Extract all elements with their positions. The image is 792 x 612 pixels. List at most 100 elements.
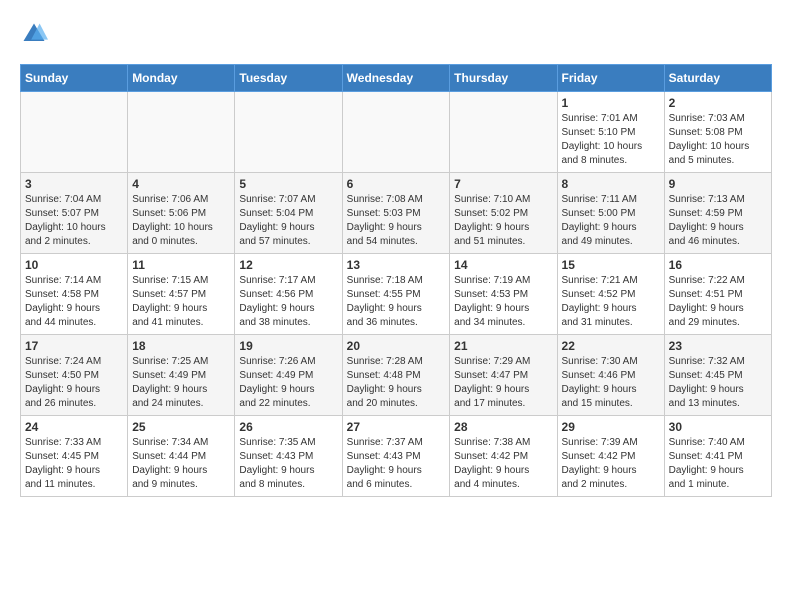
day-info: Sunrise: 7:26 AM Sunset: 4:49 PM Dayligh… — [239, 355, 337, 411]
day-info: Sunrise: 7:33 AM Sunset: 4:45 PM Dayligh… — [25, 436, 123, 492]
calendar-day-cell — [128, 92, 235, 173]
calendar-day-cell: 14 Sunrise: 7:19 AM Sunset: 4:53 PM Dayli… — [450, 254, 557, 335]
calendar-day-cell: 7 Sunrise: 7:10 AM Sunset: 5:02 PM Daylig… — [450, 173, 557, 254]
day-info: Sunrise: 7:21 AM Sunset: 4:52 PM Dayligh… — [562, 274, 660, 330]
day-number: 8 — [562, 177, 660, 191]
calendar-day-cell: 23 Sunrise: 7:32 AM Sunset: 4:45 PM Dayli… — [664, 335, 771, 416]
day-number: 11 — [132, 258, 230, 272]
day-info: Sunrise: 7:11 AM Sunset: 5:00 PM Dayligh… — [562, 193, 660, 249]
calendar-day-cell: 15Sunrise: 7:21 AM Sunset: 4:52 PM Dayli… — [557, 254, 664, 335]
day-info: Sunrise: 7:39 AM Sunset: 4:42 PM Dayligh… — [562, 436, 660, 492]
day-number: 9 — [669, 177, 767, 191]
calendar-day-cell: 26 Sunrise: 7:35 AM Sunset: 4:43 PM Dayli… — [235, 416, 342, 497]
day-number: 1 — [562, 96, 660, 110]
calendar-week-row: 3Sunrise: 7:04 AM Sunset: 5:07 PM Daylig… — [21, 173, 772, 254]
day-number: 18 — [132, 339, 230, 353]
day-info: Sunrise: 7:03 AM Sunset: 5:08 PM Dayligh… — [669, 112, 767, 168]
day-info: Sunrise: 7:01 AM Sunset: 5:10 PM Dayligh… — [562, 112, 660, 168]
calendar-day-cell: 3Sunrise: 7:04 AM Sunset: 5:07 PM Daylig… — [21, 173, 128, 254]
calendar-week-row: 24 Sunrise: 7:33 AM Sunset: 4:45 PM Dayli… — [21, 416, 772, 497]
day-info: Sunrise: 7:08 AM Sunset: 5:03 PM Dayligh… — [347, 193, 446, 249]
calendar-header: SundayMondayTuesdayWednesdayThursdayFrid… — [21, 65, 772, 92]
day-number: 7 — [454, 177, 552, 191]
day-number: 28 — [454, 420, 552, 434]
day-number: 16 — [669, 258, 767, 272]
calendar-day-cell: 22 Sunrise: 7:30 AM Sunset: 4:46 PM Dayli… — [557, 335, 664, 416]
calendar-header-cell: Tuesday — [235, 65, 342, 92]
calendar-day-cell: 28 Sunrise: 7:38 AM Sunset: 4:42 PM Dayli… — [450, 416, 557, 497]
day-info: Sunrise: 7:29 AM Sunset: 4:47 PM Dayligh… — [454, 355, 552, 411]
calendar-day-cell: 5 Sunrise: 7:07 AM Sunset: 5:04 PM Daylig… — [235, 173, 342, 254]
day-info: Sunrise: 7:17 AM Sunset: 4:56 PM Dayligh… — [239, 274, 337, 330]
day-info: Sunrise: 7:35 AM Sunset: 4:43 PM Dayligh… — [239, 436, 337, 492]
calendar-day-cell: 8 Sunrise: 7:11 AM Sunset: 5:00 PM Daylig… — [557, 173, 664, 254]
calendar-day-cell: 11 Sunrise: 7:15 AM Sunset: 4:57 PM Dayli… — [128, 254, 235, 335]
day-info: Sunrise: 7:07 AM Sunset: 5:04 PM Dayligh… — [239, 193, 337, 249]
day-info: Sunrise: 7:38 AM Sunset: 4:42 PM Dayligh… — [454, 436, 552, 492]
day-info: Sunrise: 7:14 AM Sunset: 4:58 PM Dayligh… — [25, 274, 123, 330]
calendar-day-cell: 6 Sunrise: 7:08 AM Sunset: 5:03 PM Daylig… — [342, 173, 450, 254]
day-number: 29 — [562, 420, 660, 434]
calendar-week-row: 17 Sunrise: 7:24 AM Sunset: 4:50 PM Dayli… — [21, 335, 772, 416]
day-number: 27 — [347, 420, 446, 434]
day-number: 6 — [347, 177, 446, 191]
day-info: Sunrise: 7:40 AM Sunset: 4:41 PM Dayligh… — [669, 436, 767, 492]
calendar-day-cell: 30 Sunrise: 7:40 AM Sunset: 4:41 PM Dayli… — [664, 416, 771, 497]
calendar-header-row: SundayMondayTuesdayWednesdayThursdayFrid… — [21, 65, 772, 92]
calendar-day-cell: 20Sunrise: 7:28 AM Sunset: 4:48 PM Dayli… — [342, 335, 450, 416]
day-number: 22 — [562, 339, 660, 353]
calendar-table: SundayMondayTuesdayWednesdayThursdayFrid… — [20, 64, 772, 497]
calendar-day-cell: 18 Sunrise: 7:25 AM Sunset: 4:49 PM Dayli… — [128, 335, 235, 416]
day-info: Sunrise: 7:06 AM Sunset: 5:06 PM Dayligh… — [132, 193, 230, 249]
day-info: Sunrise: 7:18 AM Sunset: 4:55 PM Dayligh… — [347, 274, 446, 330]
day-info: Sunrise: 7:32 AM Sunset: 4:45 PM Dayligh… — [669, 355, 767, 411]
logo — [20, 20, 52, 48]
calendar-header-cell: Wednesday — [342, 65, 450, 92]
calendar-day-cell: 25Sunrise: 7:34 AM Sunset: 4:44 PM Dayli… — [128, 416, 235, 497]
day-info: Sunrise: 7:13 AM Sunset: 4:59 PM Dayligh… — [669, 193, 767, 249]
calendar-day-cell: 24 Sunrise: 7:33 AM Sunset: 4:45 PM Dayli… — [21, 416, 128, 497]
day-info: Sunrise: 7:04 AM Sunset: 5:07 PM Dayligh… — [25, 193, 123, 249]
day-info: Sunrise: 7:19 AM Sunset: 4:53 PM Dayligh… — [454, 274, 552, 330]
day-info: Sunrise: 7:30 AM Sunset: 4:46 PM Dayligh… — [562, 355, 660, 411]
day-number: 12 — [239, 258, 337, 272]
day-number: 17 — [25, 339, 123, 353]
day-number: 24 — [25, 420, 123, 434]
calendar-day-cell: 10Sunrise: 7:14 AM Sunset: 4:58 PM Dayli… — [21, 254, 128, 335]
day-number: 5 — [239, 177, 337, 191]
calendar-day-cell — [21, 92, 128, 173]
calendar-day-cell: 9 Sunrise: 7:13 AM Sunset: 4:59 PM Daylig… — [664, 173, 771, 254]
day-info: Sunrise: 7:22 AM Sunset: 4:51 PM Dayligh… — [669, 274, 767, 330]
calendar-day-cell: 12 Sunrise: 7:17 AM Sunset: 4:56 PM Dayli… — [235, 254, 342, 335]
calendar-day-cell: 13 Sunrise: 7:18 AM Sunset: 4:55 PM Dayli… — [342, 254, 450, 335]
day-info: Sunrise: 7:15 AM Sunset: 4:57 PM Dayligh… — [132, 274, 230, 330]
day-number: 13 — [347, 258, 446, 272]
calendar-header-cell: Saturday — [664, 65, 771, 92]
day-info: Sunrise: 7:24 AM Sunset: 4:50 PM Dayligh… — [25, 355, 123, 411]
calendar-header-cell: Monday — [128, 65, 235, 92]
day-info: Sunrise: 7:10 AM Sunset: 5:02 PM Dayligh… — [454, 193, 552, 249]
calendar-day-cell: 29 Sunrise: 7:39 AM Sunset: 4:42 PM Dayli… — [557, 416, 664, 497]
calendar-day-cell — [450, 92, 557, 173]
calendar-body: 1 Sunrise: 7:01 AM Sunset: 5:10 PM Daylig… — [21, 92, 772, 497]
calendar-header-cell: Thursday — [450, 65, 557, 92]
calendar-day-cell: 17 Sunrise: 7:24 AM Sunset: 4:50 PM Dayli… — [21, 335, 128, 416]
calendar-day-cell — [235, 92, 342, 173]
page-header — [20, 20, 772, 48]
day-number: 14 — [454, 258, 552, 272]
calendar-week-row: 10Sunrise: 7:14 AM Sunset: 4:58 PM Dayli… — [21, 254, 772, 335]
day-number: 23 — [669, 339, 767, 353]
day-number: 20 — [347, 339, 446, 353]
day-number: 21 — [454, 339, 552, 353]
day-number: 19 — [239, 339, 337, 353]
calendar-day-cell — [342, 92, 450, 173]
day-number: 30 — [669, 420, 767, 434]
calendar-day-cell: 4Sunrise: 7:06 AM Sunset: 5:06 PM Daylig… — [128, 173, 235, 254]
calendar-day-cell: 2Sunrise: 7:03 AM Sunset: 5:08 PM Daylig… — [664, 92, 771, 173]
day-info: Sunrise: 7:25 AM Sunset: 4:49 PM Dayligh… — [132, 355, 230, 411]
calendar-header-cell: Friday — [557, 65, 664, 92]
calendar-day-cell: 21 Sunrise: 7:29 AM Sunset: 4:47 PM Dayli… — [450, 335, 557, 416]
logo-icon — [20, 20, 48, 48]
day-number: 26 — [239, 420, 337, 434]
calendar-day-cell: 16 Sunrise: 7:22 AM Sunset: 4:51 PM Dayli… — [664, 254, 771, 335]
